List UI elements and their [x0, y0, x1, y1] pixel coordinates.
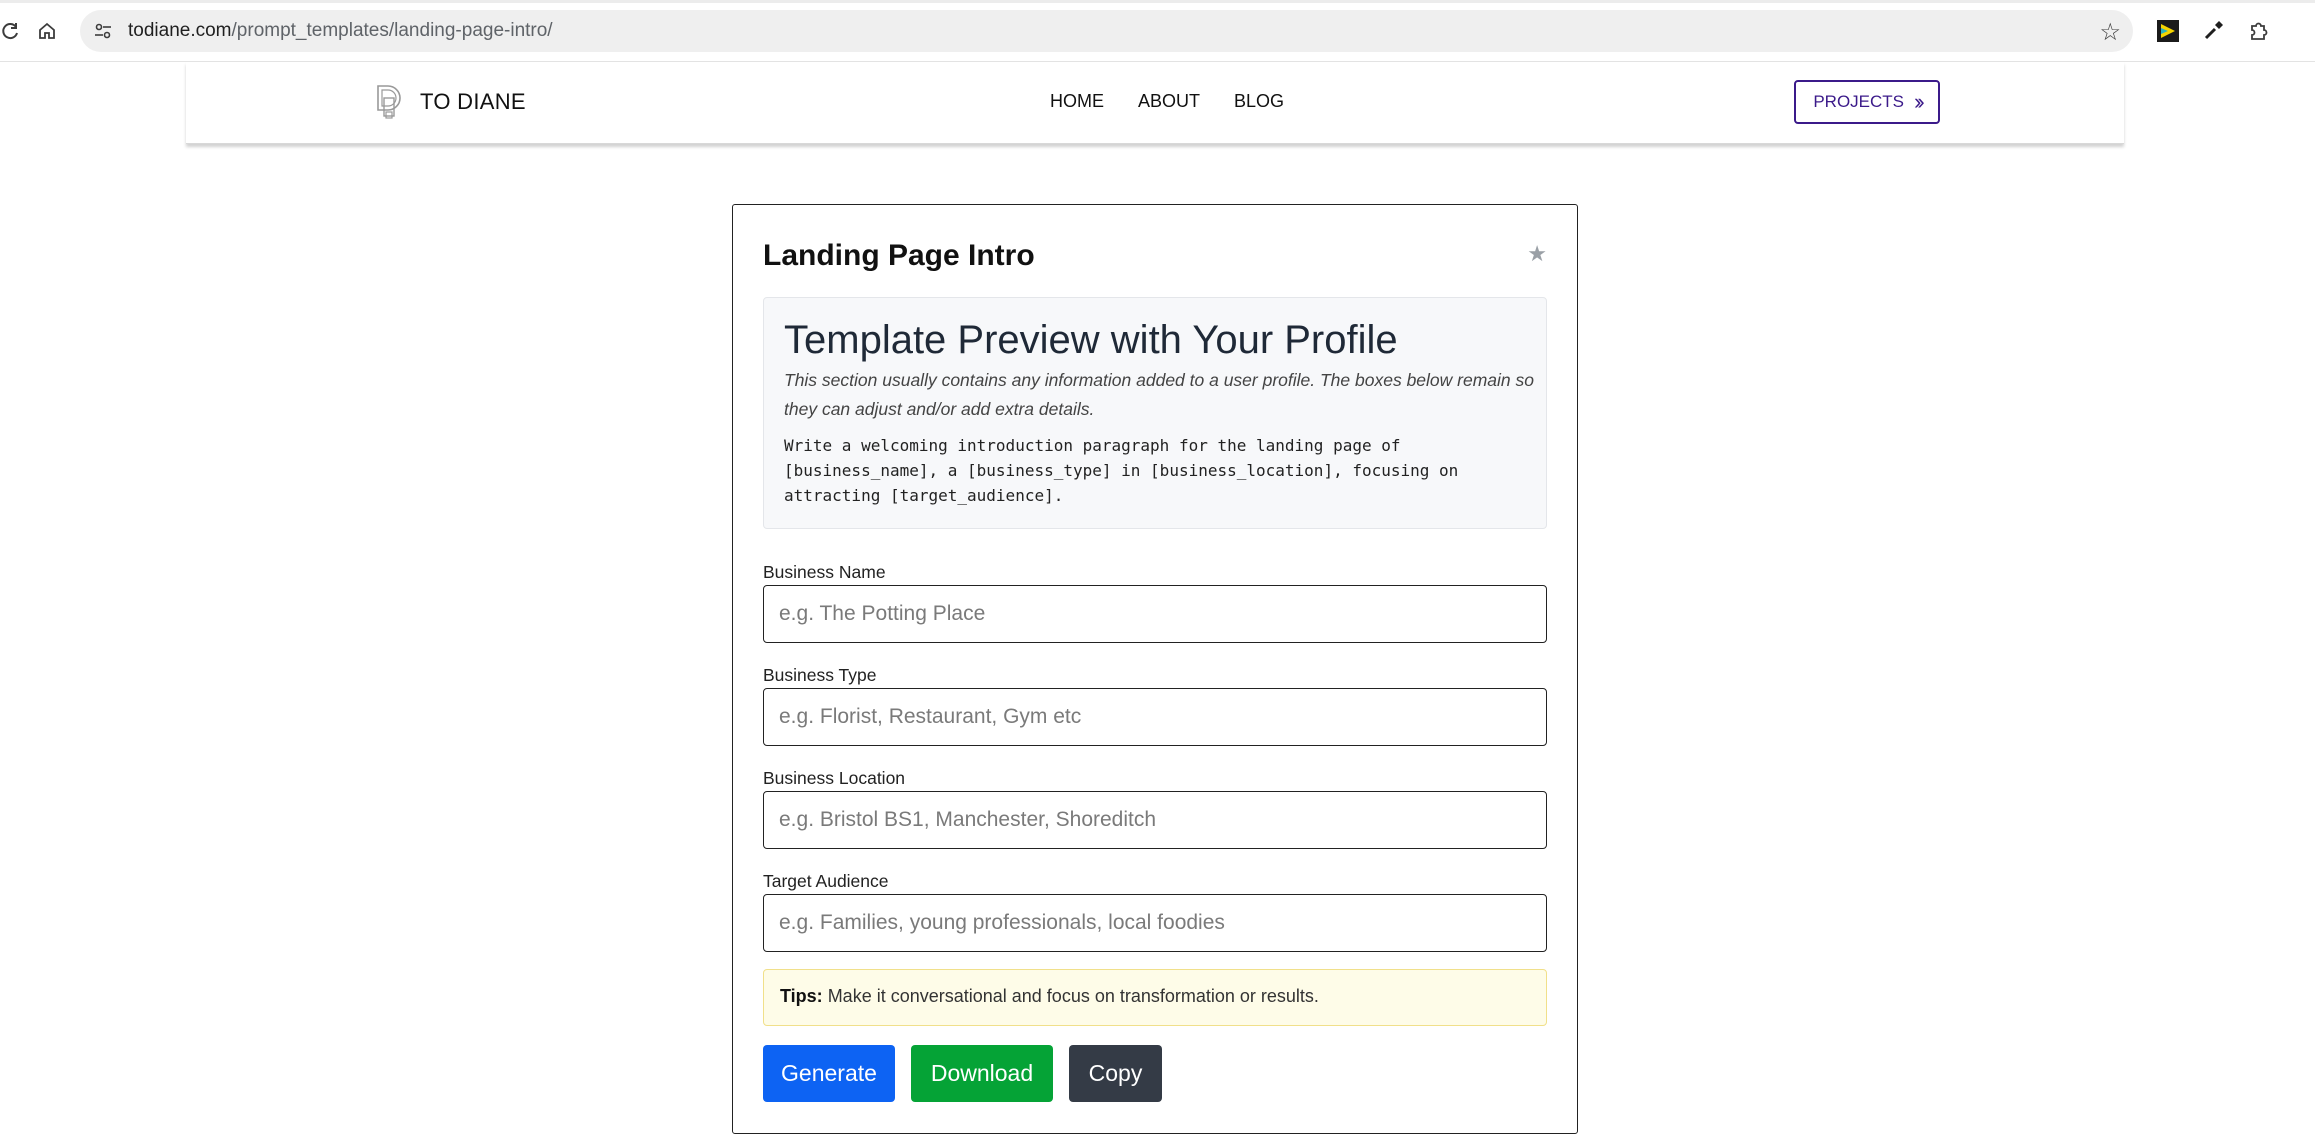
preview-note: This section usually contains any inform… [784, 370, 1534, 419]
nav-link-blog[interactable]: BLOG [1234, 91, 1284, 112]
business-type-label: Business Type [763, 665, 877, 685]
nav-link-about[interactable]: ABOUT [1138, 91, 1200, 112]
tab-strip [0, 0, 2315, 3]
preview-heading: Template Preview with Your Profile [784, 318, 1398, 362]
browser-toolbar: todiane.com/prompt_templates/landing-pag… [0, 0, 2315, 62]
site-navbar: TO DIANE HOME ABOUT BLOG PROJECTS ›› [186, 62, 2124, 144]
generate-button[interactable]: Generate [763, 1045, 895, 1102]
card-title: Landing Page Intro [763, 239, 1035, 272]
projects-button-label: PROJECTS [1813, 92, 1905, 111]
template-card: Landing Page Intro ★ Template Preview wi… [732, 204, 1578, 1134]
tips-text: Make it conversational and focus on tran… [827, 986, 1319, 1006]
target-audience-input[interactable] [763, 894, 1547, 952]
home-icon[interactable] [36, 20, 58, 42]
site-info-icon[interactable] [92, 20, 114, 42]
nav-link-home[interactable]: HOME [1050, 91, 1104, 112]
brand-link[interactable]: TO DIANE [374, 82, 526, 122]
prompt-text: Write a welcoming introduction paragraph… [784, 436, 1459, 505]
template-preview: Template Preview with Your Profile This … [763, 297, 1547, 529]
copy-button[interactable]: Copy [1069, 1045, 1162, 1102]
target-audience-label: Target Audience [763, 871, 889, 891]
extension-icon[interactable] [2155, 18, 2181, 44]
business-name-field: Business Name [763, 563, 1547, 643]
bookmark-star-icon[interactable]: ☆ [2099, 18, 2121, 47]
url-text: todiane.com/prompt_templates/landing-pag… [128, 20, 553, 42]
url-domain: todiane.com [128, 20, 232, 41]
nav-links: HOME ABOUT BLOG [1050, 91, 1318, 112]
brand-logo-icon [377, 85, 401, 119]
tips-label: Tips: [780, 986, 823, 1006]
business-name-label: Business Name [763, 562, 886, 582]
tips-box: Tips: Make it conversational and focus o… [763, 969, 1547, 1026]
business-name-input[interactable] [763, 585, 1547, 643]
business-type-input[interactable] [763, 688, 1547, 746]
double-chevron-right-icon: ›› [1914, 89, 1924, 114]
target-audience-field: Target Audience [763, 872, 1547, 952]
business-location-field: Business Location [763, 769, 1547, 849]
puzzle-extensions-icon[interactable] [2248, 20, 2270, 42]
url-path: /prompt_templates/landing-page-intro/ [231, 20, 553, 41]
business-location-input[interactable] [763, 791, 1547, 849]
address-bar[interactable]: todiane.com/prompt_templates/landing-pag… [80, 10, 2133, 52]
eyedropper-icon[interactable] [2202, 20, 2224, 42]
projects-button[interactable]: PROJECTS ›› [1794, 80, 1940, 124]
brand-name: TO DIANE [420, 89, 526, 114]
favorite-star-icon[interactable]: ★ [1527, 241, 1547, 267]
download-button[interactable]: Download [911, 1045, 1053, 1102]
business-type-field: Business Type [763, 666, 1547, 746]
business-location-label: Business Location [763, 768, 906, 788]
reload-icon[interactable] [0, 20, 22, 42]
